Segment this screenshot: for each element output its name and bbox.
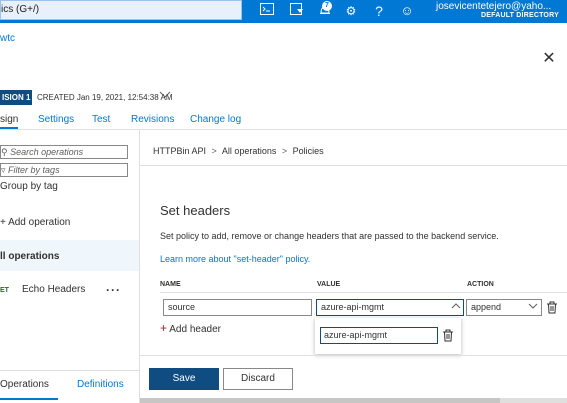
group-by-tag-toggle[interactable]: Group by tag (0, 181, 58, 192)
all-operations-label[interactable]: ll operations (0, 251, 59, 262)
add-operation-button[interactable]: + Add operation (0, 217, 70, 228)
user-directory: DEFAULT DIRECTORY (481, 12, 559, 19)
column-header-action: ACTION (467, 281, 494, 288)
directory-filter-icon[interactable] (289, 3, 305, 19)
filter-tags-placeholder: Filter by tags (8, 165, 60, 175)
breadcrumb-separator: > (211, 146, 217, 156)
column-header-divider (160, 292, 567, 293)
breadcrumb-all-operations[interactable]: All operations (222, 146, 277, 156)
breadcrumb-api[interactable]: HTTPBin API (153, 146, 206, 156)
scrollbar-thumb[interactable] (140, 398, 500, 403)
active-bottom-tab-indicator (0, 398, 58, 400)
user-email[interactable]: josevicentetejero@yaho... (436, 1, 551, 12)
global-search-input[interactable]: ics (G+/) (0, 0, 242, 20)
filter-tags-input[interactable]: ▿ Filter by tags (0, 163, 128, 177)
close-icon[interactable]: ✕ (542, 51, 556, 67)
plus-icon: + (0, 217, 6, 228)
chevron-down-icon[interactable] (528, 302, 538, 312)
dropdown-value-input[interactable]: azure-api-mgmt (320, 327, 438, 344)
footer-divider (140, 355, 567, 356)
filter-icon: ▿ (1, 165, 6, 175)
tab-definitions[interactable]: Definitions (77, 379, 124, 390)
more-icon[interactable]: ··· (106, 283, 121, 297)
column-header-name: NAME (160, 281, 181, 288)
help-icon[interactable]: ? (371, 3, 387, 19)
left-bottom-divider (0, 370, 139, 371)
notification-count-badge: 7 (322, 1, 332, 11)
tab-operations[interactable]: Operations (0, 379, 49, 390)
header-value-dropdown[interactable]: azure-api-mgmt (316, 299, 464, 316)
cloud-shell-icon[interactable] (259, 3, 275, 19)
header-name-input[interactable]: source (163, 299, 312, 316)
breadcrumb-divider (140, 165, 567, 166)
panel-divider (139, 130, 140, 403)
section-title: Set headers (160, 203, 231, 218)
add-operation-label: Add operation (8, 217, 71, 228)
policy-breadcrumb: HTTPBin API > All operations > Policies (153, 146, 324, 156)
search-operations-input[interactable]: ⚲ Search operations (0, 145, 128, 159)
revision-created-date: CREATED Jan 19, 2021, 12:54:38 AM (37, 93, 173, 102)
add-header-button[interactable]: + Add header (160, 321, 221, 335)
operation-echo-headers[interactable]: Echo Headers (22, 284, 85, 295)
chevron-up-icon[interactable] (451, 301, 461, 311)
trash-icon[interactable] (546, 301, 558, 314)
tab-settings[interactable]: Settings (38, 114, 74, 125)
breadcrumb-policies: Policies (292, 146, 324, 156)
column-header-value: VALUE (317, 281, 341, 288)
discard-button[interactable]: Discard (223, 368, 293, 390)
top-bar: ics (G+/) 7 ⚙ ? ☺ josevicentetejero@yaho… (0, 0, 567, 23)
search-operations-placeholder: Search operations (10, 147, 84, 157)
tab-change-log[interactable]: Change log (190, 114, 241, 125)
feedback-icon[interactable]: ☺ (399, 3, 415, 19)
save-button[interactable]: Save (149, 368, 219, 390)
learn-more-link[interactable]: Learn more about "set-header" policy. (160, 254, 310, 264)
chevron-down-icon[interactable] (159, 91, 171, 101)
trash-icon[interactable] (442, 329, 454, 342)
plus-icon: + (160, 321, 168, 335)
revision-badge: ISION 1 (0, 90, 32, 105)
section-description: Set policy to add, remove or change head… (160, 231, 499, 241)
tab-test[interactable]: Test (92, 114, 110, 125)
resource-breadcrumb-link[interactable]: wtc (0, 33, 15, 44)
tabs-divider (0, 129, 567, 130)
tab-design[interactable]: sign (0, 114, 18, 125)
search-icon: ⚲ (1, 147, 8, 157)
tab-revisions[interactable]: Revisions (131, 114, 174, 125)
operation-method-badge: ET (0, 287, 9, 294)
add-header-label: Add header (169, 324, 221, 335)
breadcrumb-separator: > (281, 146, 288, 156)
settings-icon[interactable]: ⚙ (343, 3, 359, 19)
